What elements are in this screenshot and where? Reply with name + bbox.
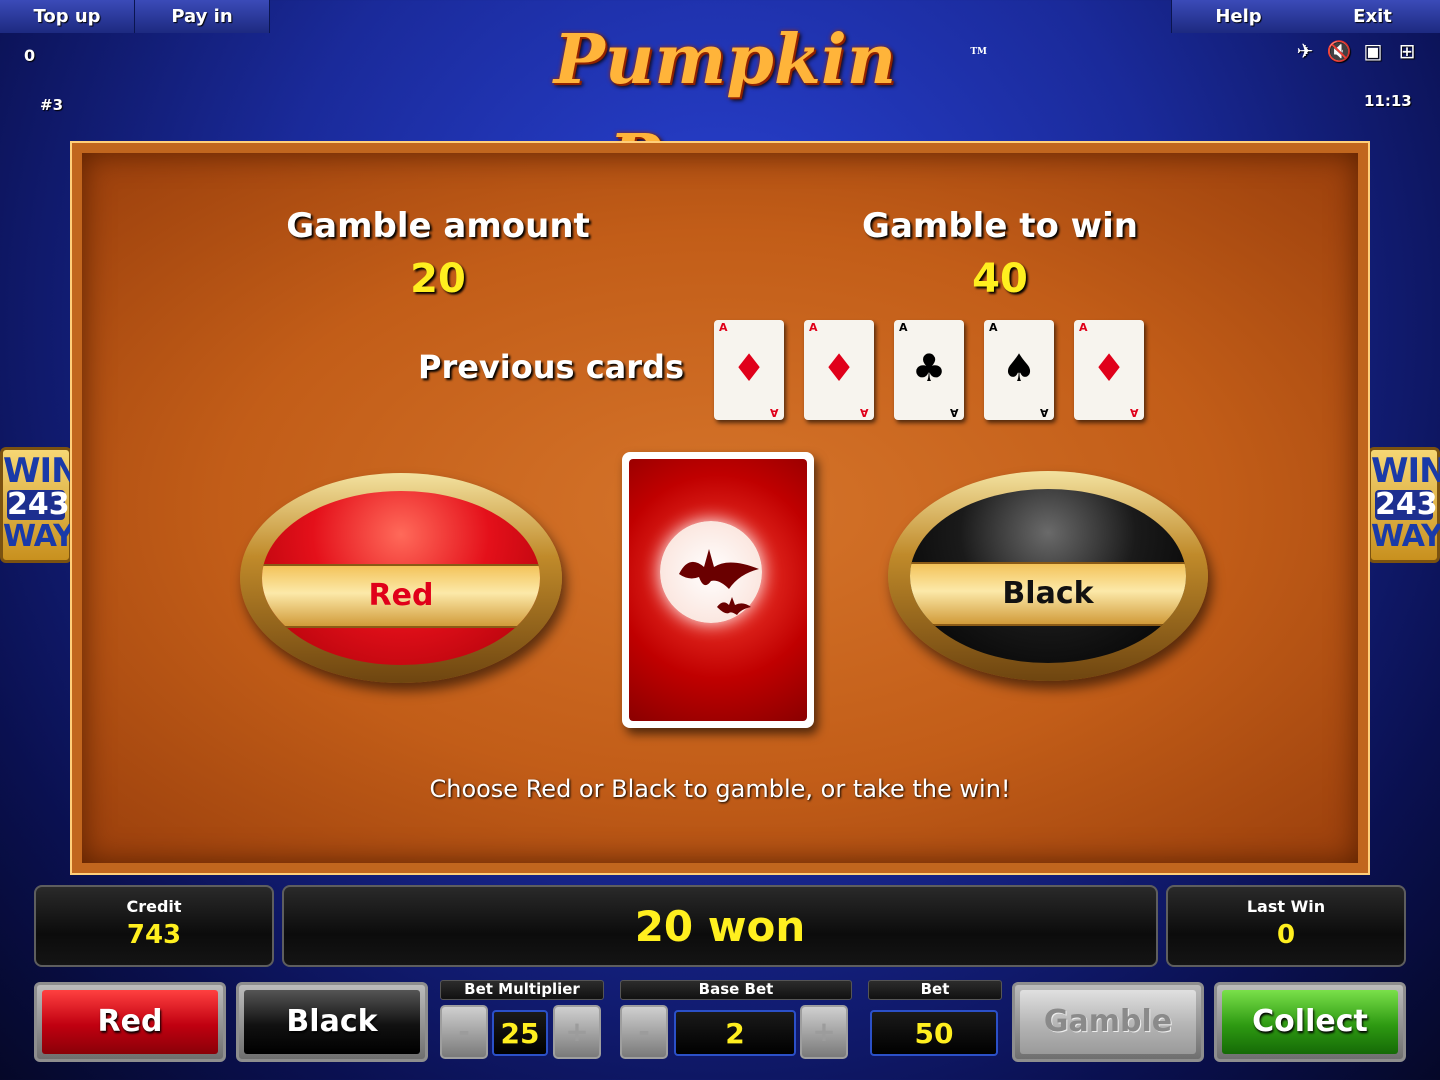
card-rank: A: [950, 406, 959, 419]
window-icon[interactable]: ▣: [1360, 38, 1386, 64]
last-win-label: Last Win: [1246, 897, 1326, 916]
message-box: 20 won: [282, 885, 1158, 967]
card-rank: A: [1079, 321, 1088, 334]
card-rank: A: [1040, 406, 1049, 419]
base-bet-plus[interactable]: +: [800, 1005, 848, 1059]
credit-value: 743: [126, 920, 182, 950]
card-suit-icon: ♦: [731, 346, 767, 390]
card-suit-icon: ♦: [821, 346, 857, 390]
badge-line3: WAYS: [3, 519, 95, 554]
gamble-to-win-label: Gamble to win: [862, 206, 1138, 246]
card-rank: A: [860, 406, 869, 419]
game-number: #3: [40, 96, 64, 114]
bet-multiplier-label: Bet Multiplier: [440, 980, 604, 1000]
card-rank: A: [1130, 406, 1139, 419]
collect-button[interactable]: Collect: [1214, 982, 1406, 1062]
top-up-button[interactable]: Top up: [0, 0, 135, 33]
top-balance: 0: [24, 46, 36, 65]
exit-button[interactable]: Exit: [1305, 0, 1440, 33]
autoplay-off-icon[interactable]: ✈: [1292, 38, 1318, 64]
bet-multiplier-minus[interactable]: -: [440, 1005, 488, 1059]
black-choice-button[interactable]: Black: [888, 471, 1208, 681]
previous-card: A ♦ A: [1074, 320, 1144, 420]
base-bet-value: 2: [674, 1010, 796, 1056]
black-choice-label: Black: [910, 562, 1186, 626]
red-button[interactable]: Red: [34, 982, 226, 1062]
previous-card: A ♦ A: [714, 320, 784, 420]
last-win-box: Last Win 0: [1166, 885, 1406, 967]
badge-line1: WIN: [3, 451, 80, 491]
previous-card: A ♦ A: [804, 320, 874, 420]
badge-line2: 243: [1375, 487, 1438, 522]
red-choice-button[interactable]: Red: [240, 473, 562, 683]
fullscreen-icon[interactable]: ⊞: [1394, 38, 1420, 64]
gamble-to-win-value: 40: [972, 256, 1028, 302]
gamble-button-label: Gamble: [1020, 990, 1196, 1054]
card-rank: A: [719, 321, 728, 334]
base-bet-minus[interactable]: -: [620, 1005, 668, 1059]
credit-label: Credit: [126, 897, 182, 916]
help-button[interactable]: Help: [1171, 0, 1306, 33]
collect-button-label: Collect: [1222, 990, 1398, 1054]
card-rank: A: [770, 406, 779, 419]
win-243-ways-badge-right: WIN 243 WAYS: [1368, 447, 1440, 563]
badge-line3: WAYS: [1371, 519, 1440, 554]
bet-value: 50: [870, 1010, 998, 1056]
sound-mute-icon[interactable]: 🔇: [1326, 38, 1352, 64]
badge-line2: 243: [7, 487, 70, 522]
black-button-label: Black: [244, 990, 420, 1054]
card-suit-icon: ♣: [911, 346, 947, 390]
black-button[interactable]: Black: [236, 982, 428, 1062]
pay-in-button[interactable]: Pay in: [135, 0, 270, 33]
gamble-hint: Choose Red or Black to gamble, or take t…: [429, 775, 1011, 803]
card-rank: A: [899, 321, 908, 334]
gamble-amount-label: Gamble amount: [286, 206, 590, 246]
previous-card: A ♠ A: [984, 320, 1054, 420]
bat-icon: [679, 549, 759, 615]
red-choice-label: Red: [262, 564, 540, 628]
win-message: 20 won: [634, 902, 806, 951]
card-rank: A: [809, 321, 818, 334]
bet-label: Bet: [868, 980, 1002, 1000]
base-bet-label: Base Bet: [620, 980, 852, 1000]
last-win-value: 0: [1276, 920, 1296, 950]
gamble-amount-value: 20: [410, 256, 466, 302]
previous-card: A ♣ A: [894, 320, 964, 420]
bet-multiplier-value: 25: [492, 1010, 548, 1056]
win-243-ways-badge-left: WIN 243 WAYS: [0, 447, 95, 563]
card-suit-icon: ♦: [1091, 346, 1127, 390]
gamble-button[interactable]: Gamble: [1012, 982, 1204, 1062]
clock: 11:13: [1364, 92, 1412, 110]
trademark: TM: [970, 47, 987, 57]
credit-box: Credit 743: [34, 885, 274, 967]
hidden-card: [622, 452, 814, 728]
card-rank: A: [989, 321, 998, 334]
card-suit-icon: ♠: [1001, 346, 1037, 390]
red-button-label: Red: [42, 990, 218, 1054]
previous-cards-label: Previous cards: [417, 348, 684, 386]
bet-multiplier-plus[interactable]: +: [553, 1005, 601, 1059]
badge-line1: WIN: [1371, 451, 1440, 491]
game-logo: Pumpkin Power TM: [455, 10, 995, 200]
